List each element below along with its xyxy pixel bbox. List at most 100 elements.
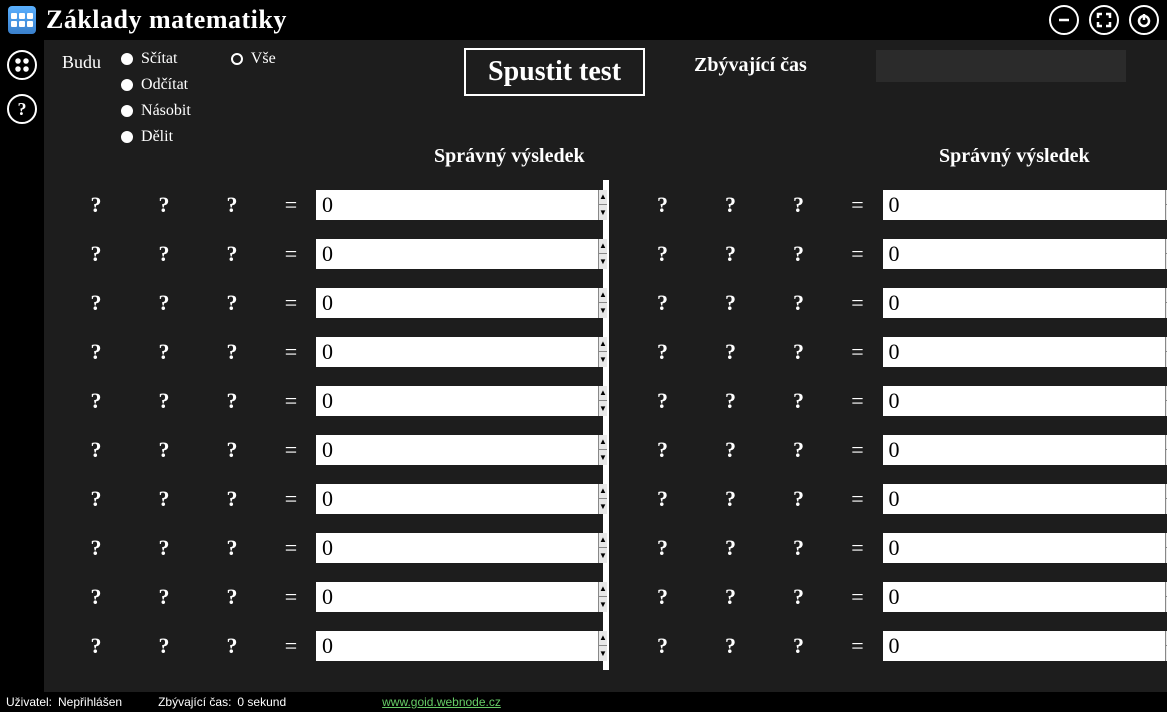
- operand-placeholder: ?: [629, 535, 697, 561]
- time-remaining-label: Zbývající čas: [694, 54, 807, 77]
- op-odcitat[interactable]: Odčítat: [121, 76, 191, 94]
- spinner-down[interactable]: ▼: [599, 352, 607, 367]
- spinner-up[interactable]: ▲: [599, 288, 607, 304]
- operand-placeholder: ?: [765, 339, 833, 365]
- equals-sign: =: [266, 437, 316, 463]
- spinner-down[interactable]: ▼: [599, 303, 607, 318]
- operand-placeholder: ?: [198, 633, 266, 659]
- fullscreen-button[interactable]: [1089, 5, 1119, 35]
- spinner-up[interactable]: ▲: [599, 337, 607, 353]
- spinner-up[interactable]: ▲: [599, 386, 607, 402]
- operand-placeholder: ?: [697, 535, 765, 561]
- answer-spinner[interactable]: ▲▼: [883, 386, 1003, 416]
- operand-placeholder: ?: [765, 241, 833, 267]
- status-link[interactable]: www.goid.webnode.cz: [382, 695, 501, 709]
- question-column-left: ???=▲▼????=▲▼????=▲▼????=▲▼????=▲▼????=▲…: [62, 180, 603, 682]
- operand-placeholder: ?: [697, 339, 765, 365]
- spinner-up[interactable]: ▲: [599, 582, 607, 598]
- answer-spinner[interactable]: ▲▼: [316, 337, 436, 367]
- spinner-down[interactable]: ▼: [599, 499, 607, 514]
- answer-spinner[interactable]: ▲▼: [316, 190, 436, 220]
- operand-placeholder: ?: [130, 486, 198, 512]
- spinner-down[interactable]: ▼: [599, 646, 607, 661]
- answer-spinner[interactable]: ▲▼: [883, 190, 1003, 220]
- operand-placeholder: ?: [697, 633, 765, 659]
- equals-sign: =: [266, 192, 316, 218]
- spinner-down[interactable]: ▼: [599, 401, 607, 416]
- spinner-up[interactable]: ▲: [599, 435, 607, 451]
- answer-spinner[interactable]: ▲▼: [316, 631, 436, 661]
- app-icon: [8, 6, 36, 34]
- question-row: ???=▲▼?: [62, 523, 603, 572]
- answer-spinner[interactable]: ▲▼: [316, 386, 436, 416]
- spinner-up[interactable]: ▲: [599, 631, 607, 647]
- spinner-up[interactable]: ▲: [599, 239, 607, 255]
- question-row: ???=▲▼?: [62, 376, 603, 425]
- answer-spinner[interactable]: ▲▼: [316, 435, 436, 465]
- spinner-up[interactable]: ▲: [599, 190, 607, 206]
- answer-spinner[interactable]: ▲▼: [883, 288, 1003, 318]
- help-button[interactable]: ?: [7, 94, 37, 124]
- equals-sign: =: [266, 584, 316, 610]
- spinner-up[interactable]: ▲: [599, 533, 607, 549]
- op-delit[interactable]: Dělit: [121, 128, 191, 146]
- question-row: ???=▲▼?: [62, 621, 603, 670]
- op-nasobit[interactable]: Násobit: [121, 102, 191, 120]
- correct-result-placeholder: ?: [456, 192, 526, 218]
- question-row: ???=▲▼?: [609, 523, 1150, 572]
- start-test-button[interactable]: Spustit test: [464, 48, 645, 96]
- answer-spinner[interactable]: ▲▼: [316, 239, 436, 269]
- question-row: ???=▲▼?: [609, 180, 1150, 229]
- op-scitat[interactable]: Sčítat: [121, 50, 191, 68]
- operand-placeholder: ?: [198, 584, 266, 610]
- answer-spinner[interactable]: ▲▼: [883, 631, 1003, 661]
- equals-sign: =: [266, 388, 316, 414]
- operand-placeholder: ?: [765, 290, 833, 316]
- answer-spinner[interactable]: ▲▼: [883, 484, 1003, 514]
- answer-spinner[interactable]: ▲▼: [883, 582, 1003, 612]
- answer-spinner[interactable]: ▲▼: [883, 337, 1003, 367]
- minimize-button[interactable]: [1049, 5, 1079, 35]
- answer-spinner[interactable]: ▲▼: [316, 288, 436, 318]
- answer-spinner[interactable]: ▲▼: [316, 533, 436, 563]
- correct-result-placeholder: ?: [456, 241, 526, 267]
- equals-sign: =: [266, 339, 316, 365]
- operand-placeholder: ?: [62, 290, 130, 316]
- menu-button[interactable]: [7, 50, 37, 80]
- operand-placeholder: ?: [62, 388, 130, 414]
- correct-result-placeholder: ?: [1023, 192, 1093, 218]
- spinner-down[interactable]: ▼: [599, 254, 607, 269]
- correct-result-placeholder: ?: [1023, 535, 1093, 561]
- correct-result-placeholder: ?: [1023, 486, 1093, 512]
- question-row: ???=▲▼?: [62, 180, 603, 229]
- correct-result-placeholder: ?: [456, 339, 526, 365]
- correct-result-placeholder: ?: [456, 388, 526, 414]
- answer-spinner[interactable]: ▲▼: [883, 239, 1003, 269]
- equals-sign: =: [833, 633, 883, 659]
- operand-placeholder: ?: [629, 486, 697, 512]
- operand-placeholder: ?: [62, 633, 130, 659]
- answer-spinner[interactable]: ▲▼: [316, 484, 436, 514]
- op-vse[interactable]: Vše: [231, 50, 276, 68]
- answer-spinner[interactable]: ▲▼: [316, 582, 436, 612]
- spinner-down[interactable]: ▼: [599, 597, 607, 612]
- operand-placeholder: ?: [765, 388, 833, 414]
- answer-spinner[interactable]: ▲▼: [883, 435, 1003, 465]
- question-row: ???=▲▼?: [62, 327, 603, 376]
- correct-result-placeholder: ?: [1023, 584, 1093, 610]
- operand-placeholder: ?: [62, 486, 130, 512]
- equals-sign: =: [833, 584, 883, 610]
- spinner-down[interactable]: ▼: [599, 450, 607, 465]
- answer-spinner[interactable]: ▲▼: [883, 533, 1003, 563]
- spinner-down[interactable]: ▼: [599, 205, 607, 220]
- spinner-down[interactable]: ▼: [599, 548, 607, 563]
- question-row: ???=▲▼?: [609, 229, 1150, 278]
- operand-placeholder: ?: [629, 290, 697, 316]
- spinner-up[interactable]: ▲: [599, 484, 607, 500]
- operand-placeholder: ?: [130, 192, 198, 218]
- equals-sign: =: [266, 241, 316, 267]
- equals-sign: =: [833, 290, 883, 316]
- power-button[interactable]: [1129, 5, 1159, 35]
- operand-placeholder: ?: [130, 437, 198, 463]
- operand-placeholder: ?: [130, 535, 198, 561]
